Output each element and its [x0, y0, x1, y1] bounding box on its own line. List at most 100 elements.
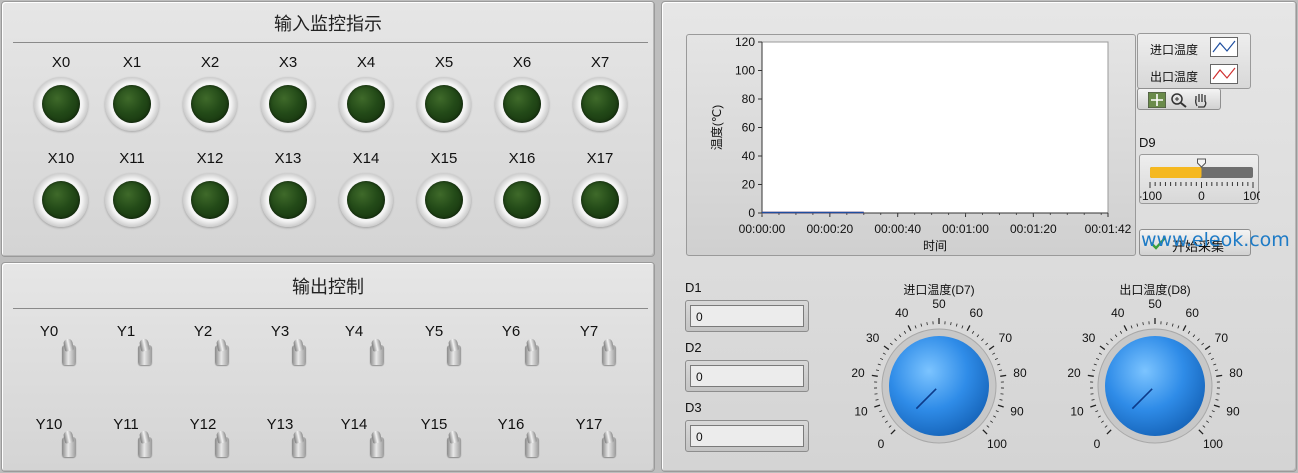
outlet-knob-tick	[1091, 369, 1096, 371]
led-label-x17: X17	[586, 150, 614, 167]
led-label-x4: X4	[356, 54, 376, 71]
led-indicator-x14	[339, 173, 393, 227]
outlet-knob-tick	[1091, 399, 1095, 401]
inlet-knob-tick	[871, 374, 878, 377]
outlet-knob-tick	[1213, 363, 1217, 366]
inlet-knob-tick	[875, 369, 880, 371]
x-tick-label: 00:01:42	[1085, 222, 1132, 236]
led-label-x14: X14	[352, 150, 380, 167]
switch-label-y0: Y0	[39, 323, 59, 340]
outlet-knob-scale-label: 50	[1148, 297, 1162, 311]
led-label-x6: X6	[512, 54, 532, 71]
toggle-switch-y14[interactable]	[370, 430, 384, 457]
d3-indicator: 0	[685, 420, 809, 452]
toggle-switch-y5[interactable]	[447, 338, 461, 365]
inlet-knob-tick	[879, 410, 883, 413]
inlet-knob-tick	[898, 334, 902, 338]
y-tick-label: 0	[748, 206, 755, 220]
outlet-knob-tick	[1187, 330, 1191, 334]
toggle-switch-y0[interactable]	[62, 338, 76, 365]
d3-label: D3	[685, 400, 702, 415]
inlet-knob-tick	[994, 357, 998, 360]
led-label-x10: X10	[47, 150, 75, 167]
inlet-knob-body[interactable]	[889, 336, 989, 436]
toggle-switch-y13[interactable]	[292, 430, 306, 457]
toggle-switch-y3[interactable]	[292, 338, 306, 365]
outlet-temperature-knob[interactable]: 出口温度(D8) 0 10 20 30 40 50 60 70 80 90 100	[1064, 279, 1244, 469]
cursor-crosshair-icon[interactable]	[1148, 92, 1166, 108]
led-label-x1: X1	[122, 54, 142, 71]
slider-d9-graphic[interactable]: -100 0 100	[1140, 155, 1260, 205]
chart-legend[interactable]: 进口温度 出口温度	[1137, 33, 1251, 89]
led-indicator-x2	[183, 77, 237, 131]
toggle-switch-y7[interactable]	[602, 338, 616, 365]
outlet-knob-tick	[1096, 357, 1100, 360]
outlet-knob-tick	[1098, 352, 1102, 355]
zoom-icon[interactable]	[1170, 92, 1188, 108]
toggle-switch-y10[interactable]	[62, 430, 76, 457]
inlet-knob-scale-label: 80	[1013, 366, 1027, 380]
outlet-knob-tick	[1136, 323, 1139, 327]
toggle-switch-y12[interactable]	[215, 430, 229, 457]
outlet-knob-tick	[1208, 352, 1212, 355]
inlet-knob-tick	[880, 357, 884, 360]
outlet-knob-scale-label: 40	[1111, 306, 1125, 320]
toggle-switch-y2[interactable]	[215, 338, 229, 365]
outlet-knob-tick	[1110, 338, 1113, 342]
d1-value: 0	[690, 305, 804, 327]
x-axis-label: 时间	[923, 239, 947, 253]
output-panel-title: 输出控制	[292, 277, 364, 297]
inlet-knob-tick	[995, 410, 999, 413]
toggle-switch-y6[interactable]	[525, 338, 539, 365]
legend-outlet-swatch	[1210, 64, 1238, 84]
inlet-knob-tick	[875, 399, 879, 401]
x-tick-label: 00:00:40	[874, 222, 921, 236]
toggle-switch-y16[interactable]	[525, 430, 539, 457]
slider-tick-label: 100	[1243, 189, 1260, 203]
led-indicator-x12	[183, 173, 237, 227]
outlet-knob-tick	[1211, 410, 1215, 413]
pan-hand-icon[interactable]	[1192, 92, 1210, 108]
outlet-knob-tick	[1130, 325, 1133, 329]
switch-label-y6: Y6	[501, 323, 521, 340]
led-indicator-x1	[105, 77, 159, 131]
inlet-knob-tick	[982, 429, 988, 435]
outlet-knob-tick	[1214, 369, 1219, 371]
inlet-knob-tick	[961, 325, 964, 329]
outlet-knob-tick	[1202, 425, 1206, 428]
inlet-temperature-knob[interactable]: 进口温度(D7) 0 10 20 30 40 50 60 70 80 90 100	[848, 279, 1028, 469]
toggle-switch-y17[interactable]	[602, 430, 616, 457]
y-tick-label: 100	[735, 64, 755, 78]
d3-value: 0	[690, 425, 804, 447]
switch-label-y7: Y7	[579, 323, 599, 340]
toggle-switch-y11[interactable]	[138, 430, 152, 457]
legend-inlet-swatch	[1210, 37, 1238, 57]
outlet-knob-tick	[1182, 325, 1187, 332]
outlet-knob-tick	[1119, 330, 1123, 334]
temperature-chart: 0 20 40 60 80 100 120 00:00:00 00:00:20 00:00:40 0…	[709, 35, 1132, 253]
inlet-knob-scale-label: 40	[895, 306, 909, 320]
led-label-x0: X0	[51, 54, 71, 71]
inlet-knob-scale-label: 60	[970, 306, 984, 320]
inlet-knob-scale-label: 20	[851, 366, 865, 380]
slider-d9-label: D9	[1139, 135, 1156, 150]
toggle-switch-y15[interactable]	[447, 430, 461, 457]
toggle-switch-y4[interactable]	[370, 338, 384, 365]
outlet-knob-tick	[1114, 334, 1118, 338]
toggle-switch-y1[interactable]	[138, 338, 152, 365]
inlet-knob-tick	[976, 334, 980, 338]
inlet-knob-scale-label: 90	[1010, 404, 1024, 418]
led-indicator-x3	[261, 77, 315, 131]
outlet-knob-tick	[1166, 322, 1168, 326]
outlet-knob-tick	[1177, 325, 1180, 329]
led-indicator-x5	[417, 77, 471, 131]
x-tick-label: 00:01:20	[1010, 222, 1057, 236]
slider-fill	[1150, 167, 1202, 178]
output-panel-divider	[13, 308, 648, 309]
outlet-knob-body[interactable]	[1105, 336, 1205, 436]
slider-thumb[interactable]	[1197, 158, 1206, 168]
y-tick-label: 120	[735, 35, 755, 49]
slider-d9[interactable]: -100 0 100	[1139, 154, 1260, 205]
led-indicator-x0	[34, 77, 88, 131]
outlet-knob-scale-label: 100	[1203, 437, 1223, 451]
